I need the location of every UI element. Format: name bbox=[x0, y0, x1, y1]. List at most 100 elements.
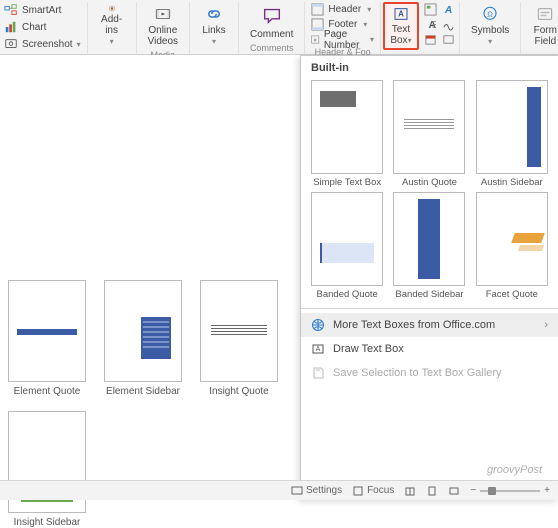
zoom-out-icon[interactable]: − bbox=[470, 485, 476, 496]
gallery-grid: Simple Text Box Austin Quote Austin Side… bbox=[301, 78, 558, 306]
form-field-label: Form Field bbox=[532, 25, 558, 47]
addins-label: Add-ins bbox=[101, 14, 122, 36]
addins-group: Add-ins▾ bbox=[88, 2, 137, 54]
date-time-button[interactable] bbox=[423, 32, 439, 46]
text-mini-buttons: A A bbox=[419, 2, 457, 50]
thumb-insight-sidebar[interactable]: Insight Sidebar bbox=[8, 411, 86, 528]
gallery-header: Built-in bbox=[301, 56, 558, 78]
link-icon bbox=[203, 5, 225, 23]
online-videos-label: Online Videos bbox=[148, 25, 178, 47]
form-field-icon bbox=[534, 5, 556, 23]
separator bbox=[301, 308, 558, 309]
chart-label: Chart bbox=[22, 22, 46, 33]
page-number-button[interactable]: # Page Number▾ bbox=[309, 32, 376, 47]
svg-text:A: A bbox=[398, 10, 404, 19]
gallery-item-label: Banded Sidebar bbox=[395, 289, 463, 300]
settings-label: Settings bbox=[306, 485, 342, 496]
gallery-item-banded-sidebar[interactable]: Banded Sidebar bbox=[391, 192, 467, 300]
comment-label: Comment bbox=[250, 29, 293, 40]
gallery-item-austin-quote[interactable]: Austin Quote bbox=[391, 80, 467, 188]
focus-button[interactable]: Focus bbox=[352, 485, 394, 497]
text-group: A Text Box▾ A A bbox=[381, 2, 460, 54]
smartart-button[interactable]: SmartArt bbox=[4, 2, 81, 18]
chart-button[interactable]: Chart bbox=[4, 19, 81, 35]
media-group: Online Videos Media bbox=[137, 2, 190, 54]
zoom-thumb[interactable] bbox=[488, 487, 496, 495]
quick-parts-button[interactable] bbox=[423, 2, 439, 16]
print-layout-icon bbox=[426, 485, 438, 497]
screenshot-button[interactable]: Screenshot ▾ bbox=[4, 36, 81, 52]
menu-label: Save Selection to Text Box Gallery bbox=[333, 367, 502, 379]
gallery-item-facet-quote[interactable]: Facet Quote bbox=[474, 192, 550, 300]
menu-label: More Text Boxes from Office.com bbox=[333, 319, 495, 331]
thumb-label: Insight Quote bbox=[209, 386, 268, 397]
addins-button[interactable]: Add-ins▾ bbox=[94, 2, 130, 50]
date-icon bbox=[424, 33, 437, 46]
symbols-group: Ω Symbols▾ bbox=[460, 2, 521, 54]
header-footer-stack: Header▾ Footer▾ # Page Number▾ bbox=[309, 2, 376, 47]
document-canvas[interactable] bbox=[0, 55, 300, 285]
zoom-slider[interactable]: − + bbox=[470, 485, 550, 496]
web-layout-button[interactable] bbox=[448, 485, 460, 497]
thumb-insight-quote[interactable]: Insight Quote bbox=[200, 280, 278, 397]
save-icon bbox=[311, 366, 325, 380]
object-icon bbox=[442, 33, 455, 46]
gallery-item-simple-text-box[interactable]: Simple Text Box bbox=[309, 80, 385, 188]
comment-button[interactable]: Comment bbox=[245, 2, 298, 43]
page-number-icon: # bbox=[311, 33, 319, 46]
display-icon bbox=[291, 485, 303, 497]
symbols-button[interactable]: Ω Symbols▾ bbox=[466, 2, 514, 50]
online-videos-button[interactable]: Online Videos bbox=[143, 2, 183, 50]
wordart-icon: A bbox=[442, 3, 455, 16]
svg-text:A: A bbox=[316, 346, 321, 353]
symbols-label: Symbols bbox=[471, 25, 509, 36]
links-label: Links bbox=[202, 25, 225, 36]
comments-group: Comment Comments bbox=[239, 2, 305, 54]
gallery-item-label: Simple Text Box bbox=[313, 177, 381, 188]
wordart-button[interactable]: A bbox=[441, 2, 457, 16]
display-settings-button[interactable]: Settings bbox=[291, 485, 342, 497]
gallery-menu: More Text Boxes from Office.com › A Draw… bbox=[301, 311, 558, 387]
thumb-element-sidebar[interactable]: Element Sidebar bbox=[104, 280, 182, 397]
print-layout-button[interactable] bbox=[426, 485, 438, 497]
gallery-item-label: Facet Quote bbox=[486, 289, 538, 300]
gallery-item-label: Austin Quote bbox=[402, 177, 457, 188]
links-group: Links▾ bbox=[190, 2, 239, 54]
text-box-button[interactable]: A Text Box▾ bbox=[383, 2, 419, 50]
signature-button[interactable] bbox=[441, 17, 457, 31]
svg-text:#: # bbox=[314, 37, 317, 43]
smartart-label: SmartArt bbox=[22, 5, 61, 16]
thumb-label: Element Sidebar bbox=[106, 386, 180, 397]
chart-icon bbox=[4, 20, 18, 34]
menu-more-from-office[interactable]: More Text Boxes from Office.com › bbox=[301, 313, 558, 337]
thumb-element-quote[interactable]: Element Quote bbox=[8, 280, 86, 397]
text-box-gallery: Built-in Simple Text Box Austin Quote Au… bbox=[300, 55, 558, 500]
gallery-item-label: Banded Quote bbox=[317, 289, 378, 300]
dropcap-button[interactable]: A bbox=[423, 17, 439, 31]
menu-draw-text-box[interactable]: A Draw Text Box bbox=[301, 337, 558, 361]
zoom-in-icon[interactable]: + bbox=[544, 485, 550, 496]
read-icon bbox=[404, 485, 416, 497]
links-button[interactable]: Links▾ bbox=[196, 2, 232, 50]
watermark: groovyPost bbox=[487, 464, 542, 476]
gallery-item-banded-quote[interactable]: Banded Quote bbox=[309, 192, 385, 300]
thumb-label: Insight Sidebar bbox=[14, 517, 81, 528]
video-icon bbox=[152, 5, 174, 23]
menu-save-selection: Save Selection to Text Box Gallery bbox=[301, 361, 558, 385]
object-button[interactable] bbox=[441, 32, 457, 46]
addins-icon bbox=[101, 5, 123, 12]
chevron-right-icon: › bbox=[544, 319, 548, 331]
form-field-button[interactable]: Form Field bbox=[527, 2, 558, 50]
smartart-icon bbox=[4, 3, 18, 17]
signature-icon bbox=[442, 18, 455, 31]
header-button[interactable]: Header▾ bbox=[309, 2, 376, 17]
header-icon bbox=[311, 3, 324, 16]
read-mode-button[interactable] bbox=[404, 485, 416, 497]
ribbon: SmartArt Chart Screenshot ▾ Add-ins▾ Onl… bbox=[0, 0, 558, 55]
screenshot-icon bbox=[4, 37, 18, 51]
zoom-track[interactable] bbox=[480, 490, 540, 492]
gallery-item-austin-sidebar[interactable]: Austin Sidebar bbox=[474, 80, 550, 188]
header-footer-group: Header▾ Footer▾ # Page Number▾ Header & … bbox=[305, 2, 381, 54]
gallery-item-label: Austin Sidebar bbox=[481, 177, 543, 188]
svg-text:A: A bbox=[444, 5, 452, 16]
